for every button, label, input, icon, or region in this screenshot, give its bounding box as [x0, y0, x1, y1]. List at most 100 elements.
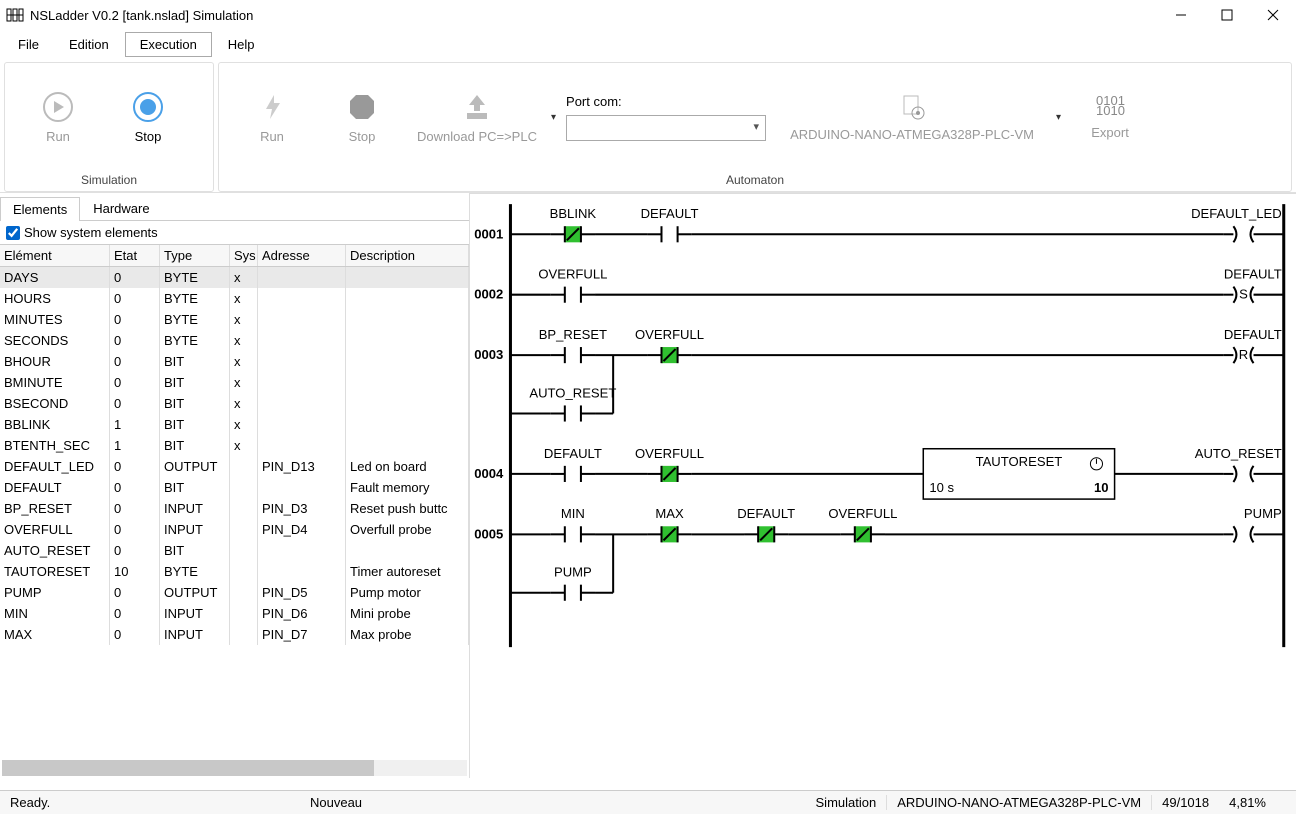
table-row[interactable]: BTENTH_SEC1BITx: [0, 435, 469, 456]
svg-text:0004: 0004: [474, 466, 504, 481]
svg-text:DEFAULT: DEFAULT: [1224, 267, 1282, 282]
app-icon: [6, 6, 24, 24]
play-icon: [42, 91, 74, 123]
table-row[interactable]: BBLINK1BITx: [0, 414, 469, 435]
svg-text:DEFAULT: DEFAULT: [1224, 327, 1282, 342]
statusbar: Ready. Nouveau Simulation ARDUINO-NANO-A…: [0, 790, 1296, 814]
stop-icon: [132, 91, 164, 123]
minimize-button[interactable]: [1158, 0, 1204, 30]
svg-text:BBLINK: BBLINK: [550, 206, 597, 221]
auto-stop-button[interactable]: Stop: [317, 72, 407, 162]
menu-help[interactable]: Help: [214, 33, 269, 56]
portcom-label: Port com:: [566, 94, 766, 109]
svg-text:OVERFULL: OVERFULL: [635, 446, 704, 461]
svg-text:1010: 1010: [1096, 103, 1125, 118]
bolt-icon: [256, 91, 288, 123]
table-row[interactable]: MAX0INPUTPIN_D7Max probe: [0, 624, 469, 645]
device-button[interactable]: ARDUINO-NANO-ATMEGA328P-PLC-VM: [772, 72, 1052, 162]
elements-panel: Elements Hardware Show system elements E…: [0, 193, 470, 778]
tab-elements[interactable]: Elements: [0, 197, 80, 221]
svg-text:TAUTORESET: TAUTORESET: [976, 454, 1063, 469]
svg-text:DEFAULT_LED: DEFAULT_LED: [1191, 206, 1282, 221]
sim-stop-button[interactable]: Stop: [103, 72, 193, 162]
status-device: ARDUINO-NANO-ATMEGA328P-PLC-VM: [887, 795, 1152, 810]
grid-body: DAYS0BYTExHOURS0BYTExMINUTES0BYTExSECOND…: [0, 267, 469, 758]
svg-text:DEFAULT: DEFAULT: [737, 506, 795, 521]
grid-header: Elément Etat Type Sys Adresse Descriptio…: [0, 244, 469, 267]
device-dropdown-icon[interactable]: ▾: [1052, 112, 1065, 123]
upload-icon: [461, 91, 493, 123]
ribbon-group-automaton: Run Stop Download PC=>PLC ▾ Port com: AR…: [218, 62, 1292, 192]
col-header-etat[interactable]: Etat: [110, 245, 160, 266]
table-row[interactable]: HOURS0BYTEx: [0, 288, 469, 309]
horizontal-scrollbar[interactable]: [2, 760, 467, 776]
svg-text:AUTO_RESET: AUTO_RESET: [529, 385, 616, 400]
table-row[interactable]: SECONDS0BYTEx: [0, 330, 469, 351]
ribbon-group-automaton-label: Automaton: [219, 171, 1291, 191]
status-nouveau: Nouveau: [300, 791, 806, 814]
col-header-type[interactable]: Type: [160, 245, 230, 266]
download-dropdown-icon[interactable]: ▾: [547, 112, 560, 123]
tab-hardware[interactable]: Hardware: [80, 196, 162, 220]
svg-text:10 s: 10 s: [929, 480, 954, 495]
show-system-label: Show system elements: [24, 225, 158, 240]
svg-text:S: S: [1239, 287, 1248, 302]
svg-text:MAX: MAX: [655, 506, 684, 521]
table-row[interactable]: BSECOND0BITx: [0, 393, 469, 414]
table-row[interactable]: DEFAULT_LED0OUTPUTPIN_D13Led on board: [0, 456, 469, 477]
table-row[interactable]: PUMP0OUTPUTPIN_D5Pump motor: [0, 582, 469, 603]
col-header-element[interactable]: Elément: [0, 245, 110, 266]
download-button[interactable]: Download PC=>PLC: [407, 72, 547, 162]
svg-text:PUMP: PUMP: [554, 565, 592, 580]
svg-text:0005: 0005: [474, 526, 503, 541]
resize-grip-icon[interactable]: [1276, 795, 1296, 807]
panel-tabbar: Elements Hardware: [0, 193, 469, 221]
svg-text:0001: 0001: [474, 226, 503, 241]
table-row[interactable]: MINUTES0BYTEx: [0, 309, 469, 330]
auto-run-button[interactable]: Run: [227, 72, 317, 162]
export-button[interactable]: 01011010 Export: [1065, 72, 1155, 162]
col-header-desc[interactable]: Description: [346, 245, 469, 266]
col-header-sys[interactable]: Sys: [230, 245, 258, 266]
status-mem: 49/1018: [1152, 795, 1219, 810]
binary-icon: 01011010: [1094, 95, 1126, 119]
svg-text:OVERFULL: OVERFULL: [538, 267, 607, 282]
svg-text:AUTO_RESET: AUTO_RESET: [1195, 446, 1282, 461]
table-row[interactable]: OVERFULL0INPUTPIN_D4Overfull probe: [0, 519, 469, 540]
col-header-addr[interactable]: Adresse: [258, 245, 346, 266]
titlebar: NSLadder V0.2 [tank.nslad] Simulation: [0, 0, 1296, 30]
svg-text:PUMP: PUMP: [1244, 506, 1282, 521]
menubar: File Edition Execution Help: [0, 30, 1296, 58]
table-row[interactable]: AUTO_RESET0BIT: [0, 540, 469, 561]
svg-text:OVERFULL: OVERFULL: [635, 327, 704, 342]
table-row[interactable]: BP_RESET0INPUTPIN_D3Reset push buttc: [0, 498, 469, 519]
svg-text:DEFAULT: DEFAULT: [641, 206, 699, 221]
svg-text:0003: 0003: [474, 347, 503, 362]
table-row[interactable]: DEFAULT0BITFault memory: [0, 477, 469, 498]
ribbon-group-simulation: Run Stop Simulation: [4, 62, 214, 192]
close-button[interactable]: [1250, 0, 1296, 30]
svg-text:10: 10: [1094, 480, 1109, 495]
portcom-select[interactable]: [566, 115, 766, 141]
table-row[interactable]: MIN0INPUTPIN_D6Mini probe: [0, 603, 469, 624]
ribbon-group-simulation-label: Simulation: [5, 171, 213, 191]
sim-run-button[interactable]: Run: [13, 72, 103, 162]
svg-text:0002: 0002: [474, 287, 503, 302]
octagon-stop-icon: [346, 91, 378, 123]
table-row[interactable]: BHOUR0BITx: [0, 351, 469, 372]
ribbon: Run Stop Simulation Run Stop Download PC…: [0, 58, 1296, 193]
table-row[interactable]: DAYS0BYTEx: [0, 267, 469, 288]
svg-text:DEFAULT: DEFAULT: [544, 446, 602, 461]
menu-execution[interactable]: Execution: [125, 32, 212, 57]
status-mode: Simulation: [806, 795, 888, 810]
svg-text:MIN: MIN: [561, 506, 585, 521]
maximize-button[interactable]: [1204, 0, 1250, 30]
window-title: NSLadder V0.2 [tank.nslad] Simulation: [30, 8, 1158, 23]
ladder-diagram[interactable]: 0001 BBLINK DEFAULT DEFAULT_LED 0002 OVERFULL…: [470, 193, 1296, 778]
table-row[interactable]: TAUTORESET10BYTETimer autoreset: [0, 561, 469, 582]
menu-file[interactable]: File: [4, 33, 53, 56]
svg-text:OVERFULL: OVERFULL: [828, 506, 897, 521]
menu-edition[interactable]: Edition: [55, 33, 123, 56]
show-system-checkbox[interactable]: [6, 226, 20, 240]
table-row[interactable]: BMINUTE0BITx: [0, 372, 469, 393]
